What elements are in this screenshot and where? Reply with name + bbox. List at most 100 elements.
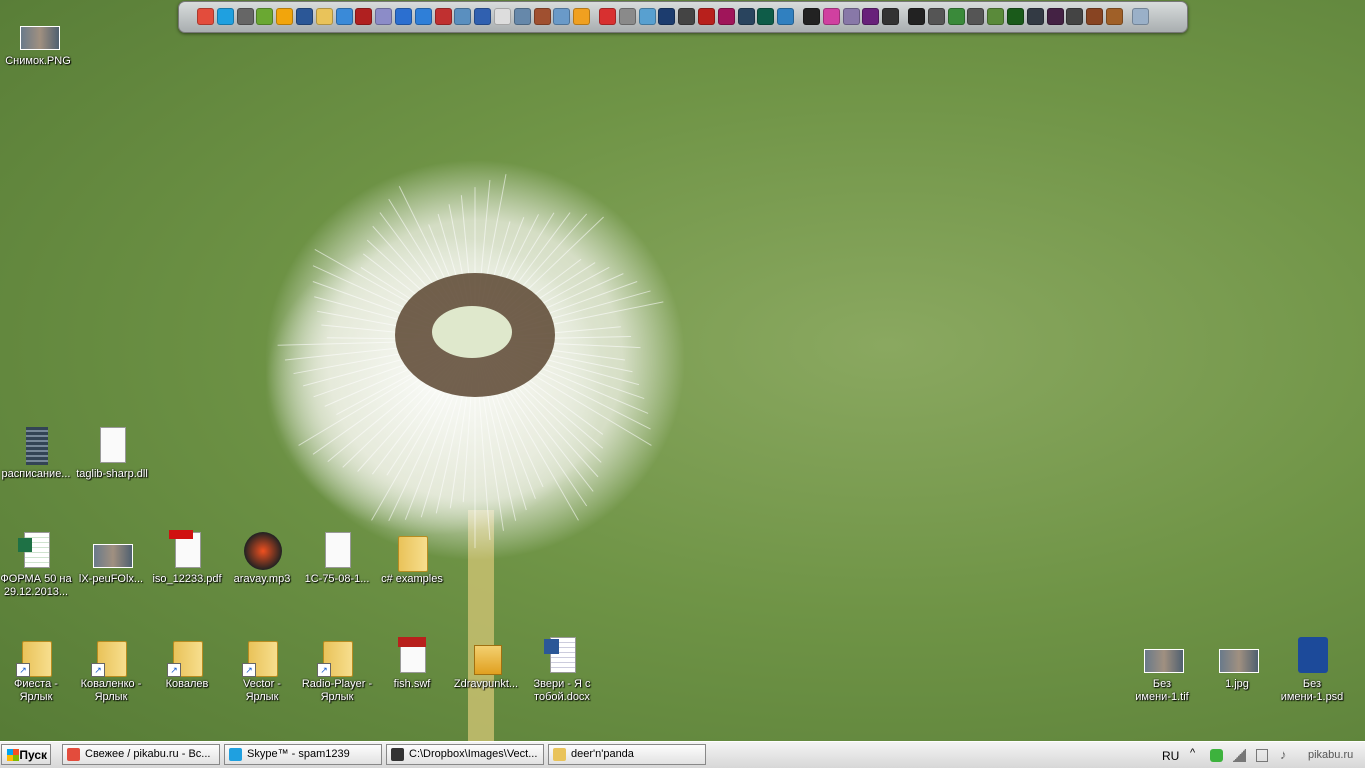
cs-icon[interactable] xyxy=(1066,8,1084,25)
desktop-icon[interactable]: Звери - Я с тобой.docx xyxy=(524,635,600,704)
desktop-icon-label: Ковалев xyxy=(165,678,209,690)
virtualbox-icon[interactable] xyxy=(474,8,492,25)
scribble-icon[interactable] xyxy=(599,8,616,25)
flash-icon[interactable] xyxy=(698,8,715,25)
taskbar-task-label: Свежее / pikabu.ru - Вс... xyxy=(85,748,211,760)
mp3-icon xyxy=(242,530,282,572)
visual-studio-icon[interactable] xyxy=(862,8,880,25)
unity-icon[interactable] xyxy=(882,8,900,25)
diamond-icon[interactable] xyxy=(678,8,696,25)
taskbar-task[interactable]: Свежее / pikabu.ru - Вс... xyxy=(62,744,220,765)
volume-icon[interactable]: ♪ xyxy=(1280,747,1287,762)
start-button[interactable]: Пуск xyxy=(1,744,51,765)
installer-icon xyxy=(466,635,506,677)
folder-icon[interactable] xyxy=(315,8,333,25)
64-icon[interactable] xyxy=(434,8,452,25)
chrome-icon[interactable] xyxy=(197,8,214,25)
silhouette-icon[interactable] xyxy=(803,8,820,25)
desktop-icon-label: Снимок.PNG xyxy=(5,55,71,67)
usb-icon[interactable] xyxy=(454,8,472,25)
folder-shortcut-icon: ↗ xyxy=(16,635,56,677)
dropbox-tray-icon[interactable] xyxy=(1210,749,1223,762)
word-icon[interactable] xyxy=(296,8,313,25)
desktop-icon[interactable]: ↗ Ковалев xyxy=(149,635,225,691)
camera-icon[interactable] xyxy=(553,8,571,25)
chip-icon[interactable] xyxy=(947,8,965,25)
music-icon[interactable] xyxy=(1046,8,1064,25)
taskbar-task[interactable]: Skype™ - spam1239 xyxy=(224,744,382,765)
word-doc-icon xyxy=(542,635,582,677)
desktop-icon[interactable]: 1.jpg xyxy=(1199,635,1275,691)
desktop-icon[interactable]: taglib-sharp.dll xyxy=(74,425,150,481)
desktop-icon[interactable]: c# examples xyxy=(374,530,450,586)
steam-like-icon[interactable] xyxy=(236,8,254,25)
calculator-icon[interactable] xyxy=(494,8,511,25)
clock-watermark[interactable]: pikabu.ru xyxy=(1308,749,1353,761)
pink-icon[interactable] xyxy=(822,8,840,25)
globe-icon[interactable] xyxy=(395,8,412,25)
taskbar-task[interactable]: deer'n'panda xyxy=(548,744,706,765)
desktop-icon-label: taglib-sharp.dll xyxy=(76,468,148,480)
desktop-icon-label: Без имени-1.tif xyxy=(1135,678,1189,703)
aimp-icon[interactable] xyxy=(276,8,294,25)
game-icon[interactable] xyxy=(1086,8,1104,25)
desktop-icon[interactable]: lX-peuFOlx... xyxy=(73,530,149,586)
desktop-icon-label: Без имени-1.psd xyxy=(1280,678,1344,703)
desktop-icon[interactable]: Без имени-1.tif xyxy=(1124,635,1200,704)
z-icon[interactable] xyxy=(573,8,591,25)
jpg-thumb-icon xyxy=(1217,635,1259,677)
windows-logo-icon xyxy=(7,749,19,761)
device-tray-icon[interactable] xyxy=(1256,749,1268,762)
steam-icon[interactable] xyxy=(1026,8,1044,25)
taskbar-task[interactable]: C:\Dropbox\Images\Vect... xyxy=(386,744,544,765)
image-thumb-icon xyxy=(18,12,60,54)
utorrent-icon[interactable] xyxy=(256,8,274,25)
matrix-icon[interactable] xyxy=(1007,8,1024,25)
desktop-icon[interactable]: ФОРМА 50 на 29.12.2013... xyxy=(0,530,74,599)
desktop-icon[interactable]: Снимок.PNG xyxy=(0,12,76,68)
desktop-icon[interactable]: fish.swf xyxy=(374,635,450,691)
play-icon[interactable] xyxy=(777,8,795,25)
desktop-icon[interactable]: 1C-75-08-1... xyxy=(299,530,375,586)
lightning-icon[interactable] xyxy=(414,8,432,25)
network-icon[interactable] xyxy=(335,8,353,25)
recycle-bin-icon[interactable] xyxy=(1131,8,1149,25)
skype-icon[interactable] xyxy=(216,8,234,25)
network-signal-icon[interactable] xyxy=(1232,749,1246,762)
tray-expand-icon[interactable]: ^ xyxy=(1190,747,1195,759)
desktop-icon[interactable]: ↗ Фиеста - Ярлык xyxy=(0,635,74,704)
desktop-icon[interactable]: Zdravpunkt... xyxy=(448,635,524,691)
dog-icon[interactable] xyxy=(908,8,925,25)
desktop-icon-label: lX-peuFOlx... xyxy=(78,573,144,585)
game2-icon[interactable] xyxy=(1106,8,1123,25)
audition-icon[interactable] xyxy=(757,8,775,25)
skull-icon[interactable] xyxy=(927,8,945,25)
desktop-icon-label: Zdravpunkt... xyxy=(453,678,519,690)
picasa-icon[interactable] xyxy=(638,8,656,25)
language-indicator[interactable]: RU xyxy=(1162,749,1179,763)
folder-icon xyxy=(553,748,566,761)
desktop-icon[interactable]: расписание... xyxy=(0,425,74,481)
taskbar: Пуск Свежее / pikabu.ru - Вс... Skype™ - … xyxy=(0,741,1365,768)
desktop-icon[interactable]: ↗ Vector - Ярлык xyxy=(224,635,300,704)
m-icon[interactable] xyxy=(513,8,531,25)
desktop-icon-label: aravay.mp3 xyxy=(233,573,291,585)
indesign-icon[interactable] xyxy=(717,8,735,25)
minecraft-icon[interactable] xyxy=(987,8,1005,25)
desktop-icon[interactable]: ↗ Коваленко - Ярлык xyxy=(73,635,149,704)
desktop-icon-label: fish.swf xyxy=(393,678,431,690)
desktop-icon[interactable]: ↗ Radio-Player - Ярлык xyxy=(299,635,375,704)
save-icon[interactable] xyxy=(375,8,393,25)
desktop-icon[interactable]: Без имени-1.psd xyxy=(1274,635,1350,704)
film-icon[interactable] xyxy=(355,8,373,25)
gear-icon[interactable] xyxy=(618,8,636,25)
desktop-icon[interactable]: aravay.mp3 xyxy=(224,530,300,586)
skyrim-icon[interactable] xyxy=(967,8,985,25)
disc-icon[interactable] xyxy=(842,8,860,25)
photoshop-icon[interactable] xyxy=(658,8,676,25)
desktop-icon[interactable]: iso_12233.pdf xyxy=(149,530,225,586)
desktop-icon-label: Vector - Ярлык xyxy=(243,678,281,703)
lightroom-icon[interactable] xyxy=(737,8,755,25)
photo-icon[interactable] xyxy=(533,8,551,25)
desktop-icon-label: Коваленко - Ярлык xyxy=(80,678,142,703)
